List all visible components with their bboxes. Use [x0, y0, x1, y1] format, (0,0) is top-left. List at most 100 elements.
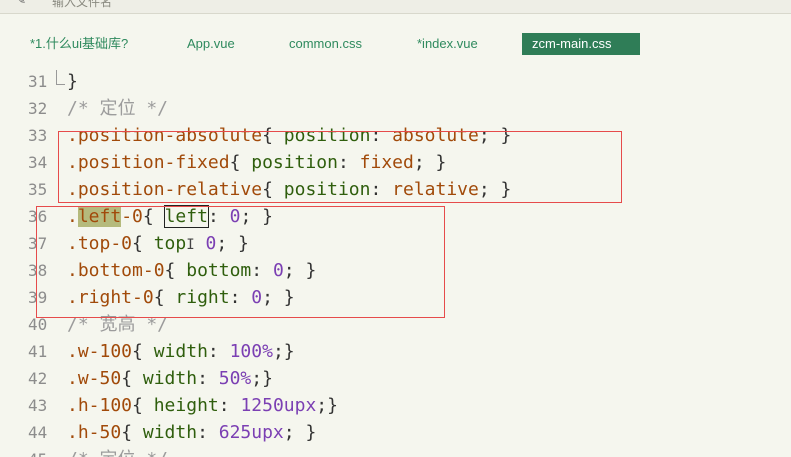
code-token: { — [262, 179, 284, 200]
code-token: ; } — [216, 233, 249, 254]
tab-zcm-main-css[interactable]: zcm-main.css — [522, 33, 640, 55]
code-token: width — [142, 422, 198, 443]
code-token: bottom — [186, 260, 252, 281]
code-token: { — [132, 341, 154, 362]
code-token: { — [121, 422, 143, 443]
code-editor[interactable]: 31} 32/* 定位 */33 .position-absolute{ posit… — [0, 70, 791, 457]
code-line[interactable]: 35 .position-relative{ position: relative… — [0, 176, 791, 203]
code-token: top — [153, 233, 187, 254]
line-number: 36 — [28, 207, 48, 226]
code-token: ;} — [316, 395, 338, 416]
tab-common-css[interactable]: common.css — [279, 33, 372, 55]
code-token: . — [67, 206, 78, 227]
code-token: height — [153, 395, 219, 416]
code-line[interactable]: 45 /* 定位 */ — [0, 446, 791, 457]
code-token: ; } — [478, 179, 512, 200]
code-token: width — [142, 368, 198, 389]
code-line[interactable]: 38 .bottom-0{ bottom: 0; } — [0, 257, 791, 284]
code-token: fixed — [359, 152, 414, 173]
code-line[interactable]: 32 /* 定位 */ — [0, 95, 791, 122]
app-icon: ✎ — [16, 0, 27, 7]
code-token: ; } — [240, 206, 273, 227]
code-line[interactable]: 43 .h-100{ height: 1250upx;} — [0, 392, 791, 419]
code-token: .h-50 — [67, 422, 122, 443]
code-text: .bottom-0{ bottom: 0; } — [67, 257, 316, 284]
code-token: ; } — [283, 260, 317, 281]
code-text: .position-absolute{ position: absolute; … — [67, 122, 511, 149]
code-line[interactable]: 42 .w-50{ width: 50%;} — [0, 365, 791, 392]
code-line[interactable]: 34 .position-fixed{ position: fixed; } — [0, 149, 791, 176]
code-text: .h-100{ height: 1250upx;} — [67, 392, 338, 419]
title-bar: ✎ 输入文件名 — [0, 0, 791, 14]
tab-index-vue[interactable]: *index.vue — [407, 33, 488, 55]
code-token: position — [283, 125, 371, 146]
code-line[interactable]: 41 .w-100{ width: 100%;} — [0, 338, 791, 365]
code-token: .bottom-0 — [67, 260, 165, 281]
code-token: 0 — [205, 233, 217, 254]
code-token: /* 宽高 */ — [67, 314, 169, 335]
code-line[interactable]: 31} — [0, 70, 791, 95]
line-number: 39 — [28, 288, 48, 307]
line-number: 31 — [28, 72, 48, 91]
code-token: { — [153, 287, 176, 308]
line-number: 45 — [28, 446, 47, 457]
code-token: ; } — [262, 287, 295, 308]
code-token: right — [175, 287, 230, 308]
code-token: : — [370, 125, 393, 146]
code-line[interactable]: 44 .h-50{ width: 625upx; } — [0, 419, 791, 446]
code-token: { — [121, 368, 143, 389]
code-token: { — [132, 395, 154, 416]
code-token: absolute — [392, 125, 479, 146]
code-text: .w-50{ width: 50%;} — [67, 365, 273, 392]
text-cursor-icon: I — [186, 237, 195, 253]
code-token: : — [207, 341, 230, 362]
code-line[interactable]: 39 .right-0{ right: 0; } — [0, 284, 791, 311]
code-text: .top-0{ topI 0; } — [67, 230, 249, 259]
code-token: 0 — [272, 260, 284, 281]
line-number: 34 — [28, 153, 48, 172]
code-token: .right-0 — [67, 287, 154, 308]
code-text: /* 宽高 */ — [67, 311, 168, 338]
code-token: 0 — [229, 206, 241, 227]
code-token: width — [153, 341, 208, 362]
code-token: : — [197, 422, 219, 443]
fold-guide-icon — [56, 70, 65, 85]
line-number: 37 — [28, 234, 48, 253]
code-token: : — [337, 152, 360, 173]
code-text: } — [67, 70, 78, 95]
code-line[interactable]: 33 .position-absolute{ position: absolute… — [0, 122, 791, 149]
code-token: .w-100 — [67, 341, 133, 362]
code-token: 50% — [218, 368, 252, 389]
code-token: : — [207, 206, 230, 227]
code-token: : — [197, 368, 219, 389]
code-text: /* 定位 */ — [67, 446, 168, 457]
code-token: : — [251, 260, 273, 281]
line-number: 33 — [28, 126, 48, 145]
code-token: { — [142, 206, 165, 227]
code-token: { — [164, 260, 187, 281]
line-number: 40 — [28, 315, 48, 334]
code-token: : — [218, 395, 241, 416]
line-number: 35 — [28, 180, 48, 199]
tab-app-vue[interactable]: App.vue — [177, 33, 245, 55]
code-text: .right-0{ right: 0; } — [67, 284, 295, 311]
line-number: 43 — [28, 396, 48, 415]
code-token: 625upx — [218, 422, 284, 443]
editor-tab-bar: *1.什么ui基础库? App.vue common.css *index.vu… — [0, 14, 791, 64]
code-token: /* 定位 */ — [67, 98, 169, 119]
code-text: /* 定位 */ — [67, 95, 168, 122]
tab-ui-library[interactable]: *1.什么ui基础库? — [20, 33, 138, 55]
code-line[interactable]: 36 .left-0{ left: 0; } — [0, 203, 791, 230]
code-token: { — [262, 125, 284, 146]
code-token: position — [283, 179, 371, 200]
code-token: .position-absolute — [67, 125, 263, 146]
line-number: 38 — [28, 261, 48, 280]
line-number: 41 — [28, 342, 48, 361]
code-line[interactable]: 37 .top-0{ topI 0; } — [0, 230, 791, 257]
code-text: .left-0{ left: 0; } — [67, 203, 273, 230]
code-text: .w-100{ width: 100%;} — [67, 338, 295, 365]
code-token: : — [229, 287, 252, 308]
code-token: ; } — [283, 422, 317, 443]
code-line[interactable]: 40 /* 宽高 */ — [0, 311, 791, 338]
